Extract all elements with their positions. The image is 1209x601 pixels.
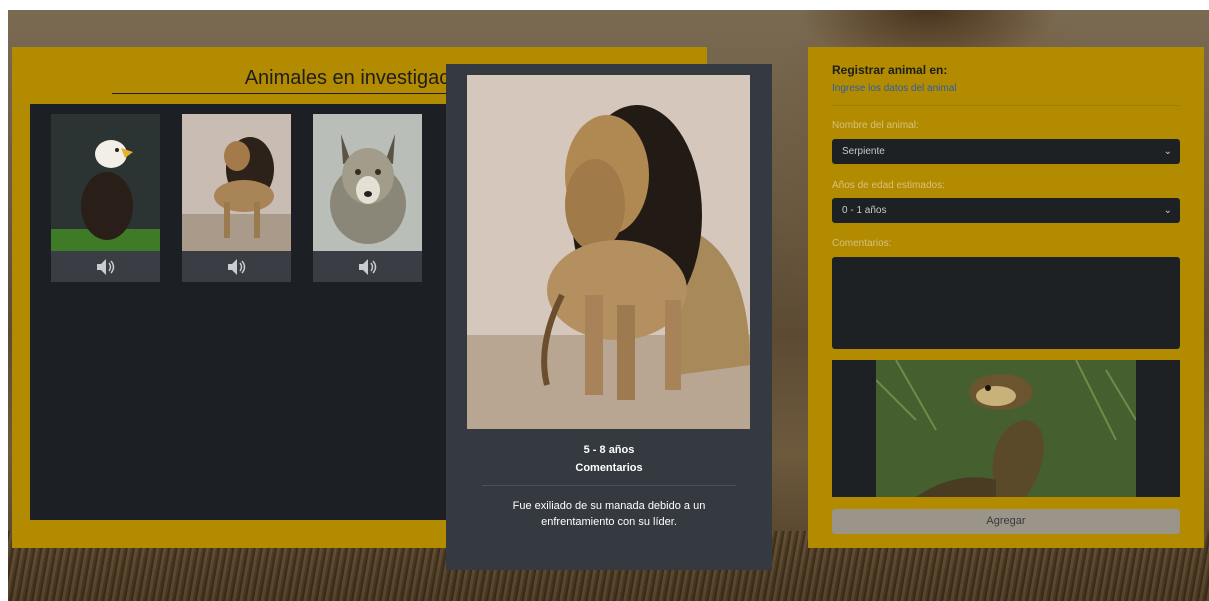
- animal-name-value: Serpiente: [842, 146, 885, 157]
- play-sound-button-wolf[interactable]: [313, 251, 422, 282]
- modal-comments-label: Comentarios: [575, 462, 643, 474]
- form-subtitle: Ingrese los datos del animal: [832, 83, 957, 94]
- add-button[interactable]: Agregar: [832, 509, 1180, 534]
- form-divider: [832, 105, 1180, 106]
- age-value: 0 - 1 años: [842, 205, 887, 216]
- age-label: Años de edad estimados:: [832, 180, 945, 191]
- play-sound-button-lion[interactable]: [182, 251, 291, 282]
- modal-age: 5 - 8 años: [583, 444, 635, 456]
- age-select[interactable]: 0 - 1 años ⌄: [832, 198, 1180, 223]
- modal-divider: [482, 485, 736, 486]
- speaker-icon: [358, 258, 376, 275]
- animal-card-wolf[interactable]: [313, 114, 422, 282]
- chevron-down-icon: ⌄: [1163, 205, 1172, 216]
- lion-photo[interactable]: [182, 114, 291, 251]
- speaker-icon: [227, 258, 245, 275]
- comments-label: Comentarios:: [832, 238, 892, 249]
- chevron-down-icon: ⌄: [1163, 146, 1172, 157]
- speaker-icon: [96, 258, 114, 275]
- modal-lion-photo: [467, 75, 750, 429]
- animal-card-eagle[interactable]: [51, 114, 160, 282]
- animal-image-preview: [832, 360, 1180, 497]
- register-animal-form: Registrar animal en: Ingrese los datos d…: [808, 47, 1204, 548]
- animal-name-select[interactable]: Serpiente ⌄: [832, 139, 1180, 164]
- snake-photo: [876, 360, 1136, 497]
- wolf-photo[interactable]: [313, 114, 422, 251]
- play-sound-button-eagle[interactable]: [51, 251, 160, 282]
- comments-textarea[interactable]: [832, 257, 1180, 349]
- animal-name-label: Nombre del animal:: [832, 120, 919, 131]
- animal-card-lion[interactable]: [182, 114, 291, 282]
- modal-comment-text: Fue exiliado de su manada debido a un en…: [512, 500, 706, 528]
- form-title: Registrar animal en:: [832, 63, 948, 77]
- eagle-photo[interactable]: [51, 114, 160, 251]
- animal-detail-modal[interactable]: 5 - 8 años Comentarios Fue exiliado de s…: [446, 64, 772, 570]
